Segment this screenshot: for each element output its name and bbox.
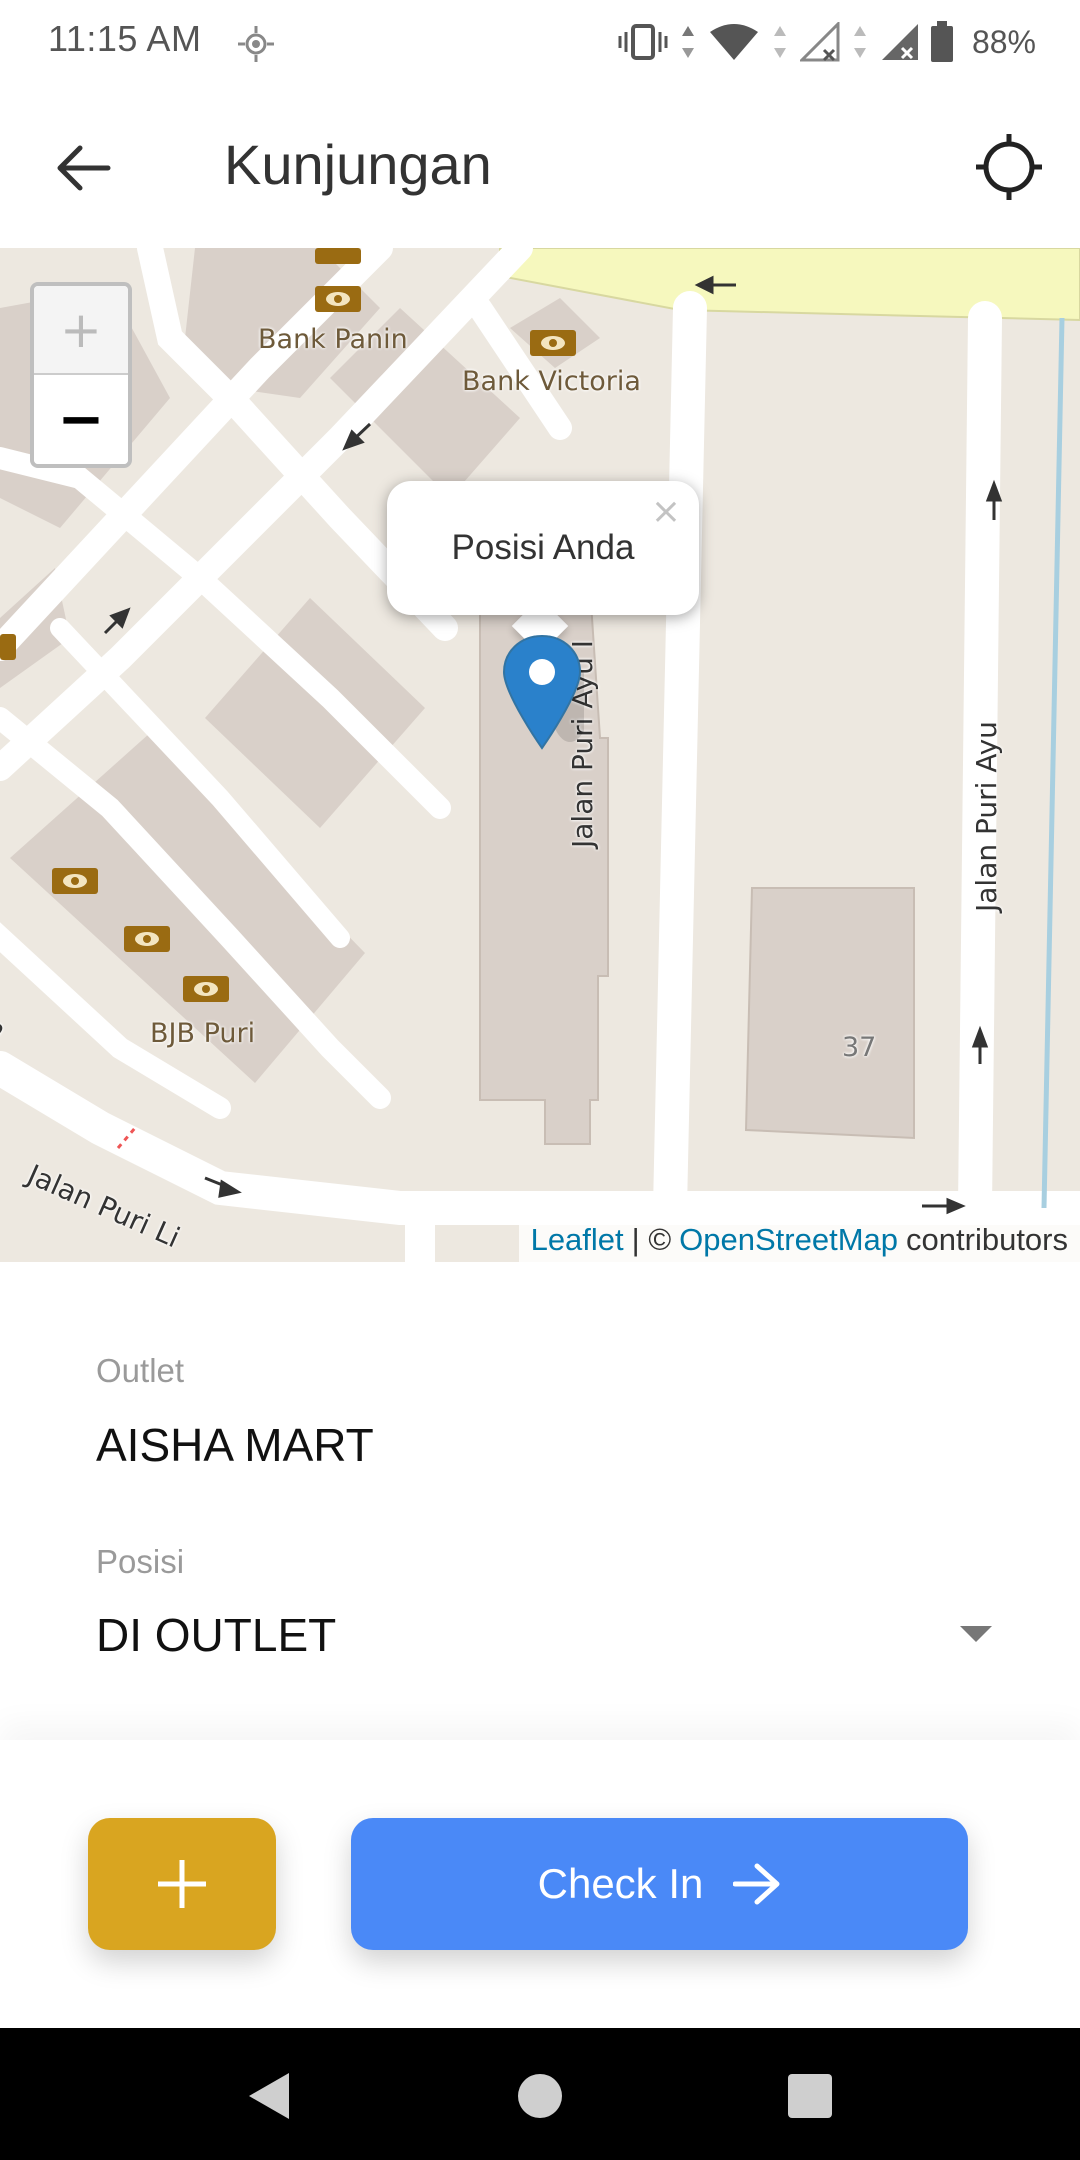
recents-square-icon — [788, 2074, 832, 2118]
zoom-control: + − — [30, 282, 132, 468]
back-triangle-icon — [249, 2073, 289, 2119]
chevron-down-icon[interactable] — [960, 1626, 992, 1642]
map[interactable]: Bank Panin Bank Victoria BJB Puri 37 Jal… — [0, 248, 1080, 1262]
street-label-jalan-puri-ayu: Jalan Puri Ayu — [970, 721, 1003, 912]
status-time: 11:15 AM — [48, 18, 202, 59]
wifi-icon — [709, 24, 758, 60]
map-label-bank-victoria: Bank Victoria — [462, 366, 641, 397]
check-in-button[interactable]: Check In — [351, 1818, 968, 1950]
vibrate-icon — [618, 24, 668, 60]
wifi-arrows-icon — [773, 26, 786, 58]
signal-icon — [799, 22, 840, 62]
leaflet-link[interactable]: Leaflet — [531, 1222, 624, 1258]
add-button[interactable] — [88, 1818, 276, 1950]
data-arrows-icon — [681, 26, 694, 58]
battery-icon — [930, 21, 953, 62]
signal-icon — [881, 24, 918, 60]
locate-button[interactable] — [966, 124, 1052, 210]
nav-home-button[interactable] — [510, 2066, 570, 2126]
attribution-separator: | © — [631, 1222, 672, 1257]
posisi-label: Posisi — [96, 1543, 185, 1580]
map-label-bank-panin: Bank Panin — [258, 324, 408, 355]
status-icons: 88% — [618, 16, 1036, 68]
signal-arrows-icon — [853, 26, 866, 58]
plus-icon — [158, 1860, 206, 1908]
system-nav-bar — [0, 2028, 1080, 2160]
popup-text: Posisi Anda — [451, 528, 635, 567]
page-title: Kunjungan — [224, 133, 492, 196]
location-popup: Posisi Anda × — [387, 481, 699, 615]
home-circle-icon — [518, 2074, 562, 2118]
zoom-in-button[interactable]: + — [34, 286, 128, 375]
map-label-number: 37 — [842, 1032, 877, 1063]
attribution-contributors: contributors — [906, 1222, 1068, 1257]
map-label-bjb-puri: BJB Puri — [150, 1018, 256, 1049]
posisi-select[interactable]: DI OUTLET — [96, 1608, 336, 1662]
arrow-left-icon — [57, 145, 111, 191]
zoom-out-button[interactable]: − — [34, 375, 128, 464]
openstreetmap-link[interactable]: OpenStreetMap — [679, 1222, 898, 1258]
map-attribution: Leaflet | © OpenStreetMap contributors — [518, 1218, 1080, 1262]
outlet-label: Outlet — [96, 1352, 185, 1389]
map-marker-icon[interactable] — [500, 632, 584, 752]
check-in-label: Check In — [537, 1860, 704, 1907]
battery-percent: 88% — [971, 23, 1036, 60]
nav-recents-button[interactable] — [780, 2066, 840, 2126]
popup-close-button[interactable]: × — [651, 491, 681, 532]
location-icon — [238, 26, 274, 62]
app-bar: Kunjungan — [0, 84, 1080, 248]
back-button[interactable] — [44, 128, 124, 208]
nav-back-button[interactable] — [238, 2066, 298, 2126]
crosshair-icon — [976, 134, 1042, 200]
status-bar: 11:15 AM 88% — [0, 0, 1080, 84]
map-tiles — [0, 248, 1080, 1262]
arrow-right-icon — [733, 1863, 780, 1905]
outlet-value: AISHA MART — [96, 1419, 374, 1471]
